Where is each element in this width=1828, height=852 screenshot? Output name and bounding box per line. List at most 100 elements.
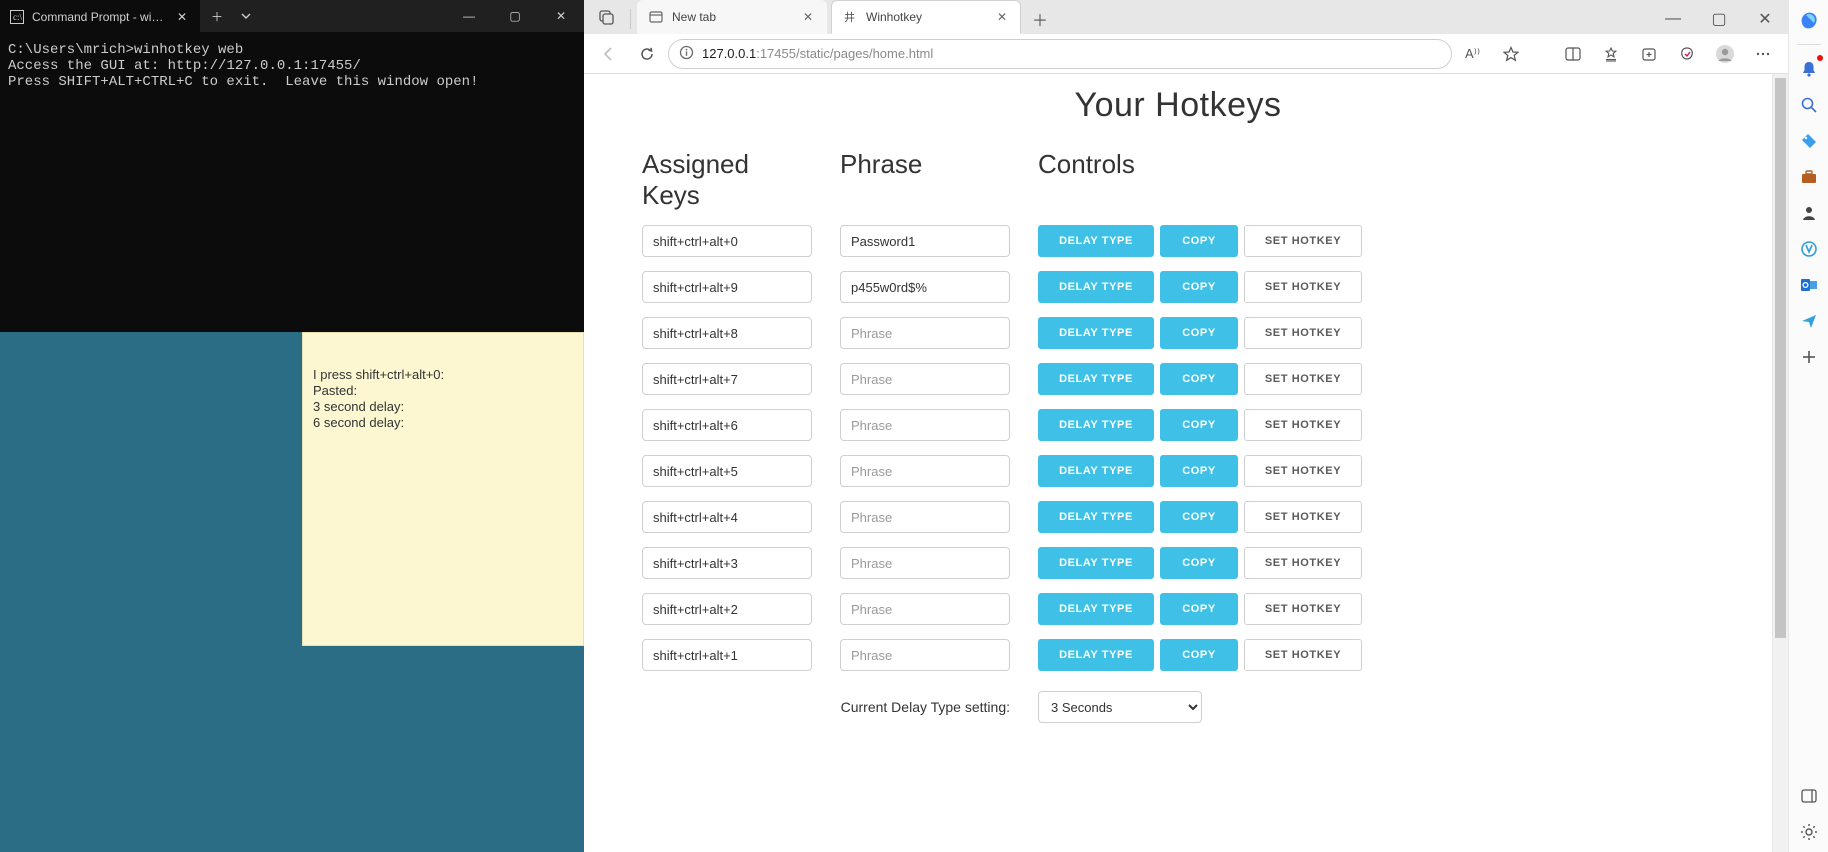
- assigned-key-input[interactable]: [642, 593, 812, 625]
- tab-actions-button[interactable]: [590, 0, 624, 34]
- phrase-input[interactable]: [840, 501, 1010, 533]
- terminal-maximize-button[interactable]: ▢: [492, 0, 538, 32]
- terminal-output[interactable]: C:\Users\mrich>winhotkey web Access the …: [0, 32, 584, 100]
- outlook-icon[interactable]: [1797, 273, 1821, 297]
- browser-minimize-button[interactable]: —: [1650, 4, 1696, 34]
- set-hotkey-button[interactable]: SET HOTKEY: [1244, 547, 1362, 579]
- set-hotkey-button[interactable]: SET HOTKEY: [1244, 225, 1362, 257]
- terminal-tab-close-icon[interactable]: ✕: [174, 10, 190, 24]
- phrase-input[interactable]: [840, 225, 1010, 257]
- set-hotkey-button[interactable]: SET HOTKEY: [1244, 639, 1362, 671]
- copy-button[interactable]: COPY: [1160, 271, 1238, 303]
- assigned-key-input[interactable]: [642, 271, 812, 303]
- delay-type-button[interactable]: DELAY TYPE: [1038, 593, 1154, 625]
- terminal-tab[interactable]: c:\ Command Prompt - winhotke ✕: [0, 0, 200, 32]
- delay-setting-label: Current Delay Type setting:: [642, 699, 1010, 715]
- toolbox-icon[interactable]: [1797, 165, 1821, 189]
- send-icon[interactable]: [1797, 309, 1821, 333]
- more-menu-button[interactable]: [1746, 38, 1780, 70]
- scrollbar-thumb[interactable]: [1775, 78, 1786, 638]
- site-info-icon[interactable]: [679, 45, 694, 63]
- copy-button[interactable]: COPY: [1160, 639, 1238, 671]
- browser-essentials-button[interactable]: [1670, 38, 1704, 70]
- phrase-input[interactable]: [840, 593, 1010, 625]
- rewards-icon[interactable]: [1797, 237, 1821, 261]
- notifications-icon[interactable]: [1797, 57, 1821, 81]
- search-sidebar-icon[interactable]: [1797, 93, 1821, 117]
- terminal-titlebar[interactable]: c:\ Command Prompt - winhotke ✕ ＋ — ▢ ✕: [0, 0, 584, 32]
- assigned-key-input[interactable]: [642, 317, 812, 349]
- delay-type-button[interactable]: DELAY TYPE: [1038, 501, 1154, 533]
- copilot-icon[interactable]: [1797, 8, 1821, 32]
- assigned-key-input[interactable]: [642, 639, 812, 671]
- refresh-button[interactable]: [630, 38, 664, 70]
- set-hotkey-button[interactable]: SET HOTKEY: [1244, 593, 1362, 625]
- tab-close-icon[interactable]: ✕: [800, 10, 816, 24]
- favorites-list-button[interactable]: [1594, 38, 1628, 70]
- copy-button[interactable]: COPY: [1160, 593, 1238, 625]
- copy-button[interactable]: COPY: [1160, 317, 1238, 349]
- hide-sidebar-icon[interactable]: [1797, 784, 1821, 808]
- favorite-button[interactable]: [1494, 38, 1528, 70]
- copy-button[interactable]: COPY: [1160, 363, 1238, 395]
- set-hotkey-button[interactable]: SET HOTKEY: [1244, 363, 1362, 395]
- copy-button[interactable]: COPY: [1160, 409, 1238, 441]
- browser-tab-new[interactable]: New tab ✕: [637, 0, 827, 34]
- copy-button[interactable]: COPY: [1160, 225, 1238, 257]
- read-aloud-button[interactable]: A⁾⁾: [1456, 38, 1490, 70]
- shopping-tag-icon[interactable]: [1797, 129, 1821, 153]
- copy-button[interactable]: COPY: [1160, 501, 1238, 533]
- back-button[interactable]: [592, 38, 626, 70]
- copy-button[interactable]: COPY: [1160, 547, 1238, 579]
- delay-type-button[interactable]: DELAY TYPE: [1038, 271, 1154, 303]
- phrase-input[interactable]: [840, 317, 1010, 349]
- phrase-input[interactable]: [840, 363, 1010, 395]
- assigned-key-input[interactable]: [642, 409, 812, 441]
- controls-group: DELAY TYPECOPYSET HOTKEY: [1038, 455, 1362, 487]
- delay-type-button[interactable]: DELAY TYPE: [1038, 363, 1154, 395]
- delay-type-button[interactable]: DELAY TYPE: [1038, 225, 1154, 257]
- terminal-close-button[interactable]: ✕: [538, 0, 584, 32]
- set-hotkey-button[interactable]: SET HOTKEY: [1244, 271, 1362, 303]
- delay-type-button[interactable]: DELAY TYPE: [1038, 639, 1154, 671]
- phrase-input[interactable]: [840, 409, 1010, 441]
- delay-type-button[interactable]: DELAY TYPE: [1038, 455, 1154, 487]
- delay-type-select[interactable]: 3 Seconds: [1038, 691, 1202, 723]
- address-bar[interactable]: 127.0.0.1:17455/static/pages/home.html: [668, 39, 1452, 69]
- assigned-key-input[interactable]: [642, 455, 812, 487]
- add-sidebar-icon[interactable]: [1797, 345, 1821, 369]
- set-hotkey-button[interactable]: SET HOTKEY: [1244, 317, 1362, 349]
- assigned-key-input[interactable]: [642, 547, 812, 579]
- assigned-key-input[interactable]: [642, 363, 812, 395]
- new-tab-button[interactable]: ＋: [1025, 4, 1055, 34]
- delay-type-button[interactable]: DELAY TYPE: [1038, 317, 1154, 349]
- settings-icon[interactable]: [1797, 820, 1821, 844]
- phrase-input[interactable]: [840, 639, 1010, 671]
- assigned-key-input[interactable]: [642, 501, 812, 533]
- delay-type-button[interactable]: DELAY TYPE: [1038, 409, 1154, 441]
- set-hotkey-button[interactable]: SET HOTKEY: [1244, 455, 1362, 487]
- terminal-minimize-button[interactable]: —: [446, 0, 492, 32]
- split-screen-button[interactable]: [1556, 38, 1590, 70]
- person-icon[interactable]: [1797, 201, 1821, 225]
- copy-button[interactable]: COPY: [1160, 455, 1238, 487]
- set-hotkey-button[interactable]: SET HOTKEY: [1244, 409, 1362, 441]
- terminal-new-tab-button[interactable]: ＋: [200, 0, 234, 32]
- phrase-input[interactable]: [840, 455, 1010, 487]
- set-hotkey-button[interactable]: SET HOTKEY: [1244, 501, 1362, 533]
- browser-region: New tab ✕ 井 Winhotkey ✕ ＋ — ▢ ✕: [584, 0, 1828, 852]
- phrase-input[interactable]: [840, 271, 1010, 303]
- collections-button[interactable]: [1632, 38, 1666, 70]
- browser-maximize-button[interactable]: ▢: [1696, 4, 1742, 34]
- sticky-note[interactable]: I press shift+ctrl+alt+0: Pasted: 3 seco…: [302, 332, 584, 646]
- delay-type-button[interactable]: DELAY TYPE: [1038, 547, 1154, 579]
- page-viewport[interactable]: Your Hotkeys Assigned Keys Phrase Contro…: [584, 74, 1772, 852]
- browser-tab-winhotkey[interactable]: 井 Winhotkey ✕: [831, 0, 1021, 34]
- phrase-input[interactable]: [840, 547, 1010, 579]
- terminal-dropdown-button[interactable]: [234, 0, 258, 32]
- tab-close-icon[interactable]: ✕: [994, 10, 1010, 24]
- browser-close-button[interactable]: ✕: [1742, 4, 1788, 34]
- vertical-scrollbar[interactable]: [1772, 74, 1788, 852]
- assigned-key-input[interactable]: [642, 225, 812, 257]
- profile-button[interactable]: [1708, 38, 1742, 70]
